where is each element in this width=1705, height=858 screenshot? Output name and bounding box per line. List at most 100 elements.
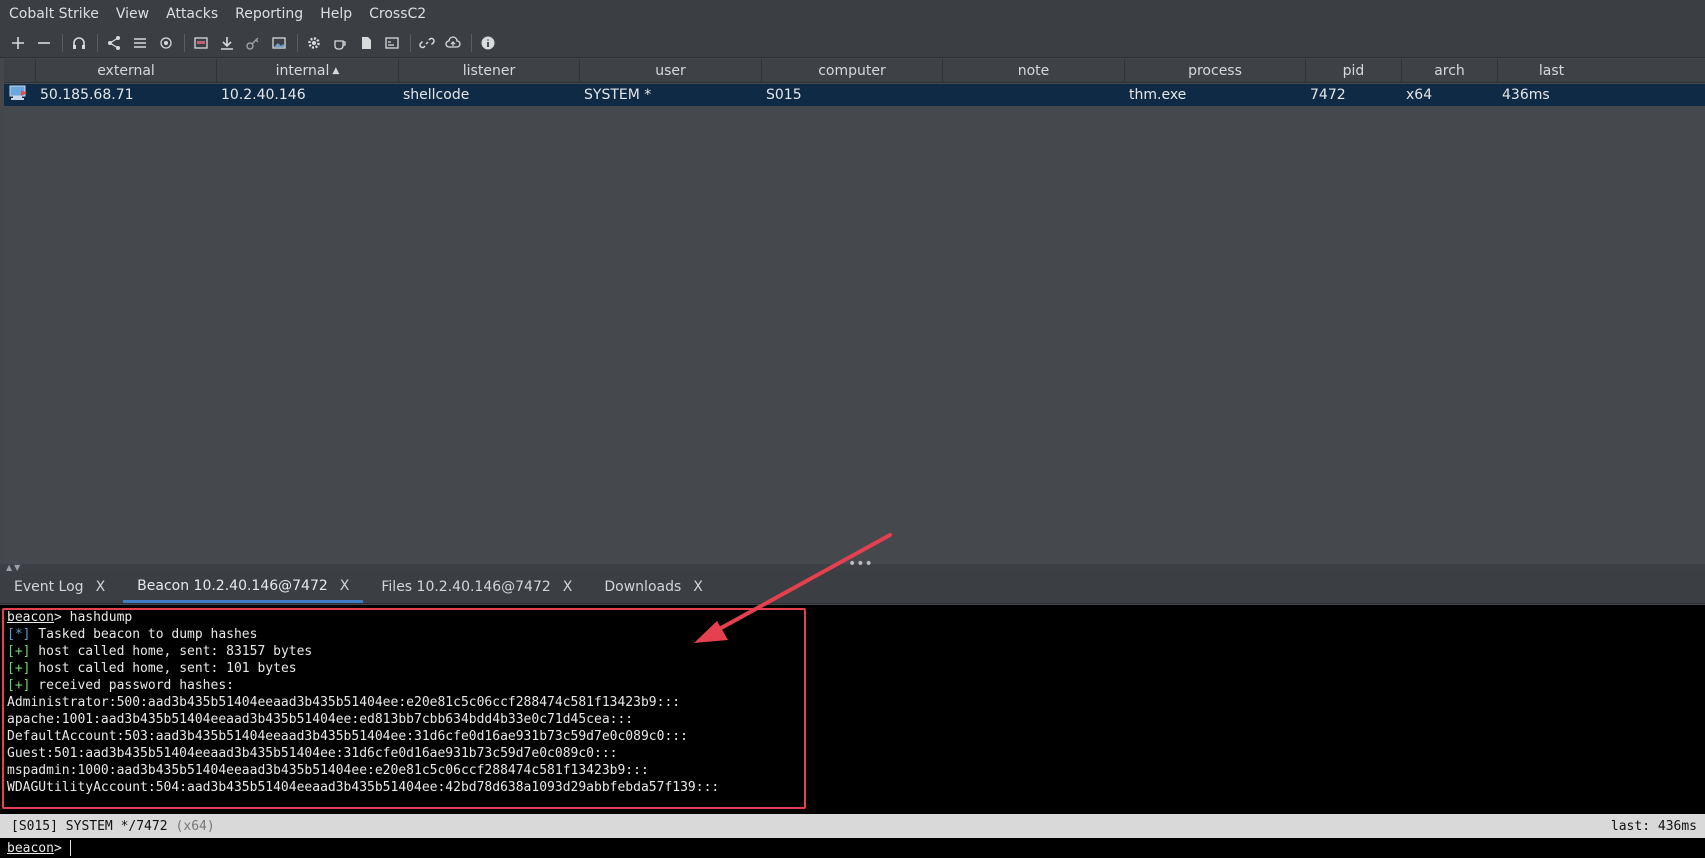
- column-process[interactable]: process: [1125, 59, 1306, 83]
- list-icon[interactable]: [128, 31, 152, 55]
- console-text: host called home, sent: 101 bytes: [30, 661, 297, 676]
- column-last[interactable]: last: [1498, 59, 1605, 83]
- column-external[interactable]: external: [36, 59, 217, 83]
- tab-bar: Event Log X Beacon 10.2.40.146@7472 X Fi…: [0, 572, 1705, 604]
- toolbar-separator: [97, 33, 98, 52]
- status-session: [S015] SYSTEM */7472: [11, 818, 168, 834]
- column-label: arch: [1434, 63, 1465, 79]
- column-label: note: [1017, 63, 1050, 79]
- console-prompt: beacon: [7, 610, 54, 625]
- menu-reporting[interactable]: Reporting: [226, 0, 311, 28]
- toolbar-separator: [410, 33, 411, 52]
- coffee-icon[interactable]: [328, 31, 352, 55]
- hash-line: WDAGUtilityAccount:504:aad3b435b51404eea…: [7, 780, 720, 795]
- remove-icon[interactable]: [32, 31, 56, 55]
- console-command: > hashdump: [53, 610, 133, 625]
- hash-line: Guest:501:aad3b435b51404eeaad3b435b51404…: [7, 746, 618, 761]
- cell-arch: x64: [1406, 87, 1433, 103]
- cell-last: 436ms: [1502, 87, 1550, 103]
- status-last-checkin: last: 436ms: [1610, 818, 1697, 834]
- console-text: received password hashes:: [30, 678, 234, 693]
- table-row[interactable]: 50.185.68.71 10.2.40.146 shellcode SYSTE…: [4, 84, 1705, 106]
- command-input[interactable]: [69, 840, 1570, 856]
- tab-close-button[interactable]: X: [693, 579, 703, 595]
- column-label: computer: [818, 63, 886, 79]
- toolbar-separator: [297, 33, 298, 52]
- document-icon[interactable]: [354, 31, 378, 55]
- console-line: [+] received password hashes:: [7, 677, 1705, 694]
- share-icon[interactable]: [102, 31, 126, 55]
- target-icon[interactable]: [154, 31, 178, 55]
- status-arch: (x64): [175, 818, 215, 834]
- column-label: listener: [462, 63, 516, 79]
- tab-files[interactable]: Files 10.2.40.146@7472 X: [367, 571, 586, 603]
- sort-ascending-icon: ▲: [332, 66, 340, 76]
- tab-downloads[interactable]: Downloads X: [590, 571, 716, 603]
- web-icon[interactable]: [189, 31, 213, 55]
- beacon-console[interactable]: beacon> hashdump [*] Tasked beacon to du…: [0, 605, 1705, 814]
- toolbar-separator: [184, 33, 185, 52]
- tab-close-button[interactable]: X: [340, 578, 350, 594]
- input-prompt-suffix: >: [53, 840, 62, 856]
- splitter-handle-icon[interactable]: •••: [848, 556, 873, 572]
- download-icon[interactable]: [215, 31, 239, 55]
- hash-line: mspadmin:1000:aad3b435b51404eeaad3b435b5…: [7, 763, 649, 778]
- tab-close-button[interactable]: X: [563, 579, 573, 595]
- success-tag: [+]: [7, 661, 31, 676]
- input-prompt: beacon: [7, 840, 54, 856]
- column-computer[interactable]: computer: [762, 59, 943, 83]
- menu-cobalt-strike[interactable]: Cobalt Strike: [0, 0, 107, 28]
- menu-crossc2[interactable]: CrossC2: [360, 0, 434, 28]
- tab-close-button[interactable]: X: [96, 579, 106, 595]
- toolbar: [0, 28, 1705, 58]
- console-line: [*] Tasked beacon to dump hashes: [7, 626, 1705, 643]
- column-pid[interactable]: pid: [1306, 59, 1402, 83]
- hash-line: apache:1001:aad3b435b51404eeaad3b435b514…: [7, 712, 634, 727]
- cell-external: 50.185.68.71: [40, 87, 134, 103]
- column-user[interactable]: user: [580, 59, 762, 83]
- add-icon[interactable]: [6, 31, 30, 55]
- column-label: user: [655, 63, 686, 79]
- console-line: [+] host called home, sent: 83157 bytes: [7, 643, 1705, 660]
- toolbar-separator: [62, 33, 63, 52]
- tab-label: Event Log: [14, 579, 84, 595]
- headphones-icon[interactable]: [67, 31, 91, 55]
- cell-internal: 10.2.40.146: [221, 87, 306, 103]
- column-label: process: [1188, 63, 1242, 79]
- command-input-bar: beacon >: [0, 838, 1705, 858]
- menu-help[interactable]: Help: [311, 0, 360, 28]
- tab-beacon[interactable]: Beacon 10.2.40.146@7472 X: [123, 571, 364, 603]
- menu-attacks[interactable]: Attacks: [157, 0, 226, 28]
- table-header: external internal ▲ listener user compute…: [4, 59, 1705, 83]
- tab-label: Beacon 10.2.40.146@7472: [137, 577, 328, 594]
- beacon-computer-icon: [4, 84, 36, 106]
- cell-computer: S015: [766, 87, 802, 103]
- tab-label: Files 10.2.40.146@7472: [381, 579, 551, 595]
- link-icon[interactable]: [415, 31, 439, 55]
- column-label: last: [1538, 63, 1565, 79]
- console-icon[interactable]: [380, 31, 404, 55]
- column-note[interactable]: note: [943, 59, 1125, 83]
- hash-line: Administrator:500:aad3b435b51404eeaad3b4…: [7, 695, 681, 710]
- cell-pid: 7472: [1310, 87, 1346, 103]
- info-tag: [*]: [7, 627, 31, 642]
- menu-view[interactable]: View: [107, 0, 157, 28]
- console-line: [+] host called home, sent: 101 bytes: [7, 660, 1705, 677]
- column-internal[interactable]: internal ▲: [217, 59, 399, 83]
- cloud-icon[interactable]: [441, 31, 465, 55]
- toolbar-separator: [471, 33, 472, 52]
- column-label: pid: [1342, 63, 1365, 79]
- success-tag: [+]: [7, 644, 31, 659]
- console-command-line: beacon> hashdump: [7, 609, 1705, 626]
- gear-icon[interactable]: [302, 31, 326, 55]
- info-icon[interactable]: [476, 31, 500, 55]
- console-text: host called home, sent: 83157 bytes: [30, 644, 313, 659]
- column-arch[interactable]: arch: [1402, 59, 1498, 83]
- success-tag: [+]: [7, 678, 31, 693]
- console-text: Tasked beacon to dump hashes: [30, 627, 258, 642]
- image-icon[interactable]: [267, 31, 291, 55]
- key-icon[interactable]: [241, 31, 265, 55]
- tab-event-log[interactable]: Event Log X: [0, 571, 119, 603]
- column-label: internal: [275, 63, 330, 79]
- column-listener[interactable]: listener: [399, 59, 580, 83]
